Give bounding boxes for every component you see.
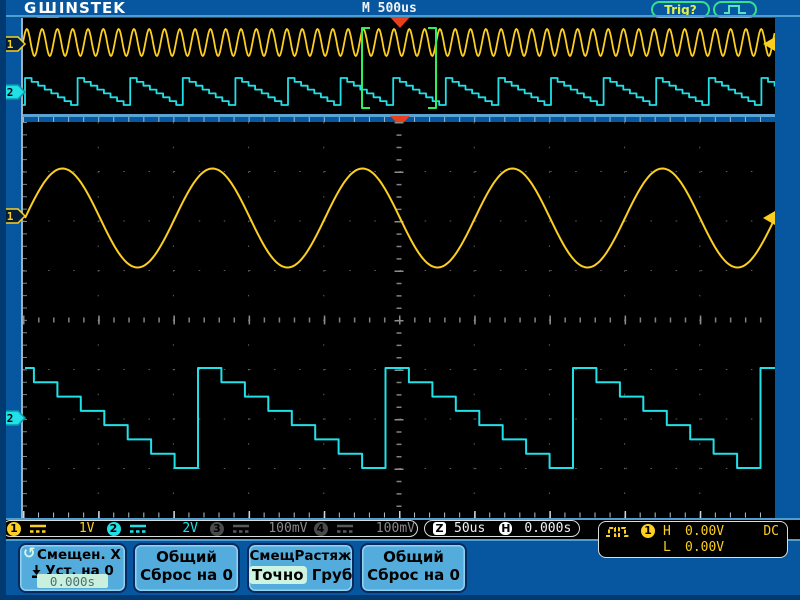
- zoom-timebase-value: 50us: [454, 521, 485, 536]
- main-waveform-area: [23, 122, 775, 518]
- menu3-option-coarse[interactable]: Грубо: [312, 566, 352, 584]
- pulse-trigger-icon: [605, 525, 631, 539]
- ch3-scale: 100mV: [268, 521, 307, 536]
- brand-w-mark: Ш: [37, 0, 59, 20]
- ch3-number-badge: 3: [210, 522, 224, 536]
- ch1-number-badge: 1: [7, 522, 21, 536]
- variable-knob-icon: ↺: [23, 544, 36, 562]
- main-trigger-level-arrow[interactable]: [763, 211, 775, 225]
- channel-1-status: 1 1V: [3, 521, 107, 536]
- ch2-scale: 2V: [182, 521, 198, 536]
- channel-2-status: 2 2V: [107, 521, 211, 536]
- trigger-h-level: 0.00V: [685, 524, 724, 539]
- zoom-badge: Z: [433, 522, 446, 535]
- horizontal-badge: H: [499, 522, 512, 535]
- menu-button-reset-all-1[interactable]: Общий Сброс на 0: [133, 543, 240, 593]
- menu1-value: 0.000s: [37, 574, 108, 588]
- trigger-l-label: L: [663, 540, 671, 555]
- menu4-title: Общий: [362, 548, 465, 566]
- ch3-dc-coupling-icon: [231, 523, 251, 534]
- trigger-row-high: 1 H 0.00V DC: [599, 524, 787, 540]
- ch1-dc-coupling-icon: [28, 523, 48, 534]
- ch4-number-badge: 4: [314, 522, 328, 536]
- ch4-dc-coupling-icon: [335, 523, 355, 534]
- channel-4-status: 4 100mV: [314, 521, 418, 536]
- zoom-timebase-box: Z 50us H 0.000s: [424, 520, 580, 537]
- ch2-dc-coupling-icon: [128, 523, 148, 534]
- menu2-action: Сброс на 0: [135, 566, 238, 584]
- screen-bottom-edge: [0, 595, 800, 600]
- svg-text:2: 2: [7, 412, 14, 425]
- overview-waveform-area: [23, 18, 775, 114]
- trigger-position-indicator-top: [390, 17, 410, 28]
- menu-button-offset-expand[interactable]: СмещРастяж Точно Грубо: [247, 543, 354, 593]
- menu3-title: СмещРастяж: [249, 548, 352, 564]
- menu4-action: Сброс на 0: [362, 566, 465, 584]
- ch2-number-badge: 2: [107, 522, 121, 536]
- trigger-l-level: 0.00V: [685, 540, 724, 555]
- overview-trigger-level-arrow[interactable]: [763, 37, 775, 51]
- menu1-title: Смещен. Х: [37, 547, 125, 563]
- menu2-title: Общий: [135, 548, 238, 566]
- svg-text:1: 1: [7, 38, 14, 51]
- main-timebase-readout: M 500us: [362, 1, 417, 16]
- trigger-info-box: 1 H 0.00V DC L 0.00V: [598, 521, 788, 558]
- brand-logo: GШINSTEK: [24, 0, 126, 16]
- oscilloscope-screen: GШINSTEK M 500us Trig? 1 2 1 2: [0, 0, 800, 600]
- svg-text:2: 2: [7, 86, 14, 99]
- menu3-option-fine[interactable]: Точно: [249, 566, 307, 584]
- trigger-coupling: DC: [763, 524, 779, 539]
- trigger-h-label: H: [663, 524, 671, 539]
- screen-left-edge: [0, 0, 6, 600]
- ch1-scale: 1V: [79, 521, 95, 536]
- horizontal-position-value: 0.000s: [524, 521, 571, 536]
- svg-text:1: 1: [7, 210, 14, 223]
- trigger-source-badge: 1: [641, 524, 655, 538]
- channel-3-status: 3 100mV: [210, 521, 314, 536]
- menu-button-offset-x[interactable]: ↺ Смещен. Х Уст. на 0 0.000s: [18, 543, 127, 593]
- ch4-scale: 100mV: [376, 521, 415, 536]
- menu-button-reset-all-2[interactable]: Общий Сброс на 0: [360, 543, 467, 593]
- channel-settings-box: 1 1V 2 2V 3 100mV 4: [2, 520, 418, 537]
- trigger-row-low: L 0.00V: [599, 540, 787, 556]
